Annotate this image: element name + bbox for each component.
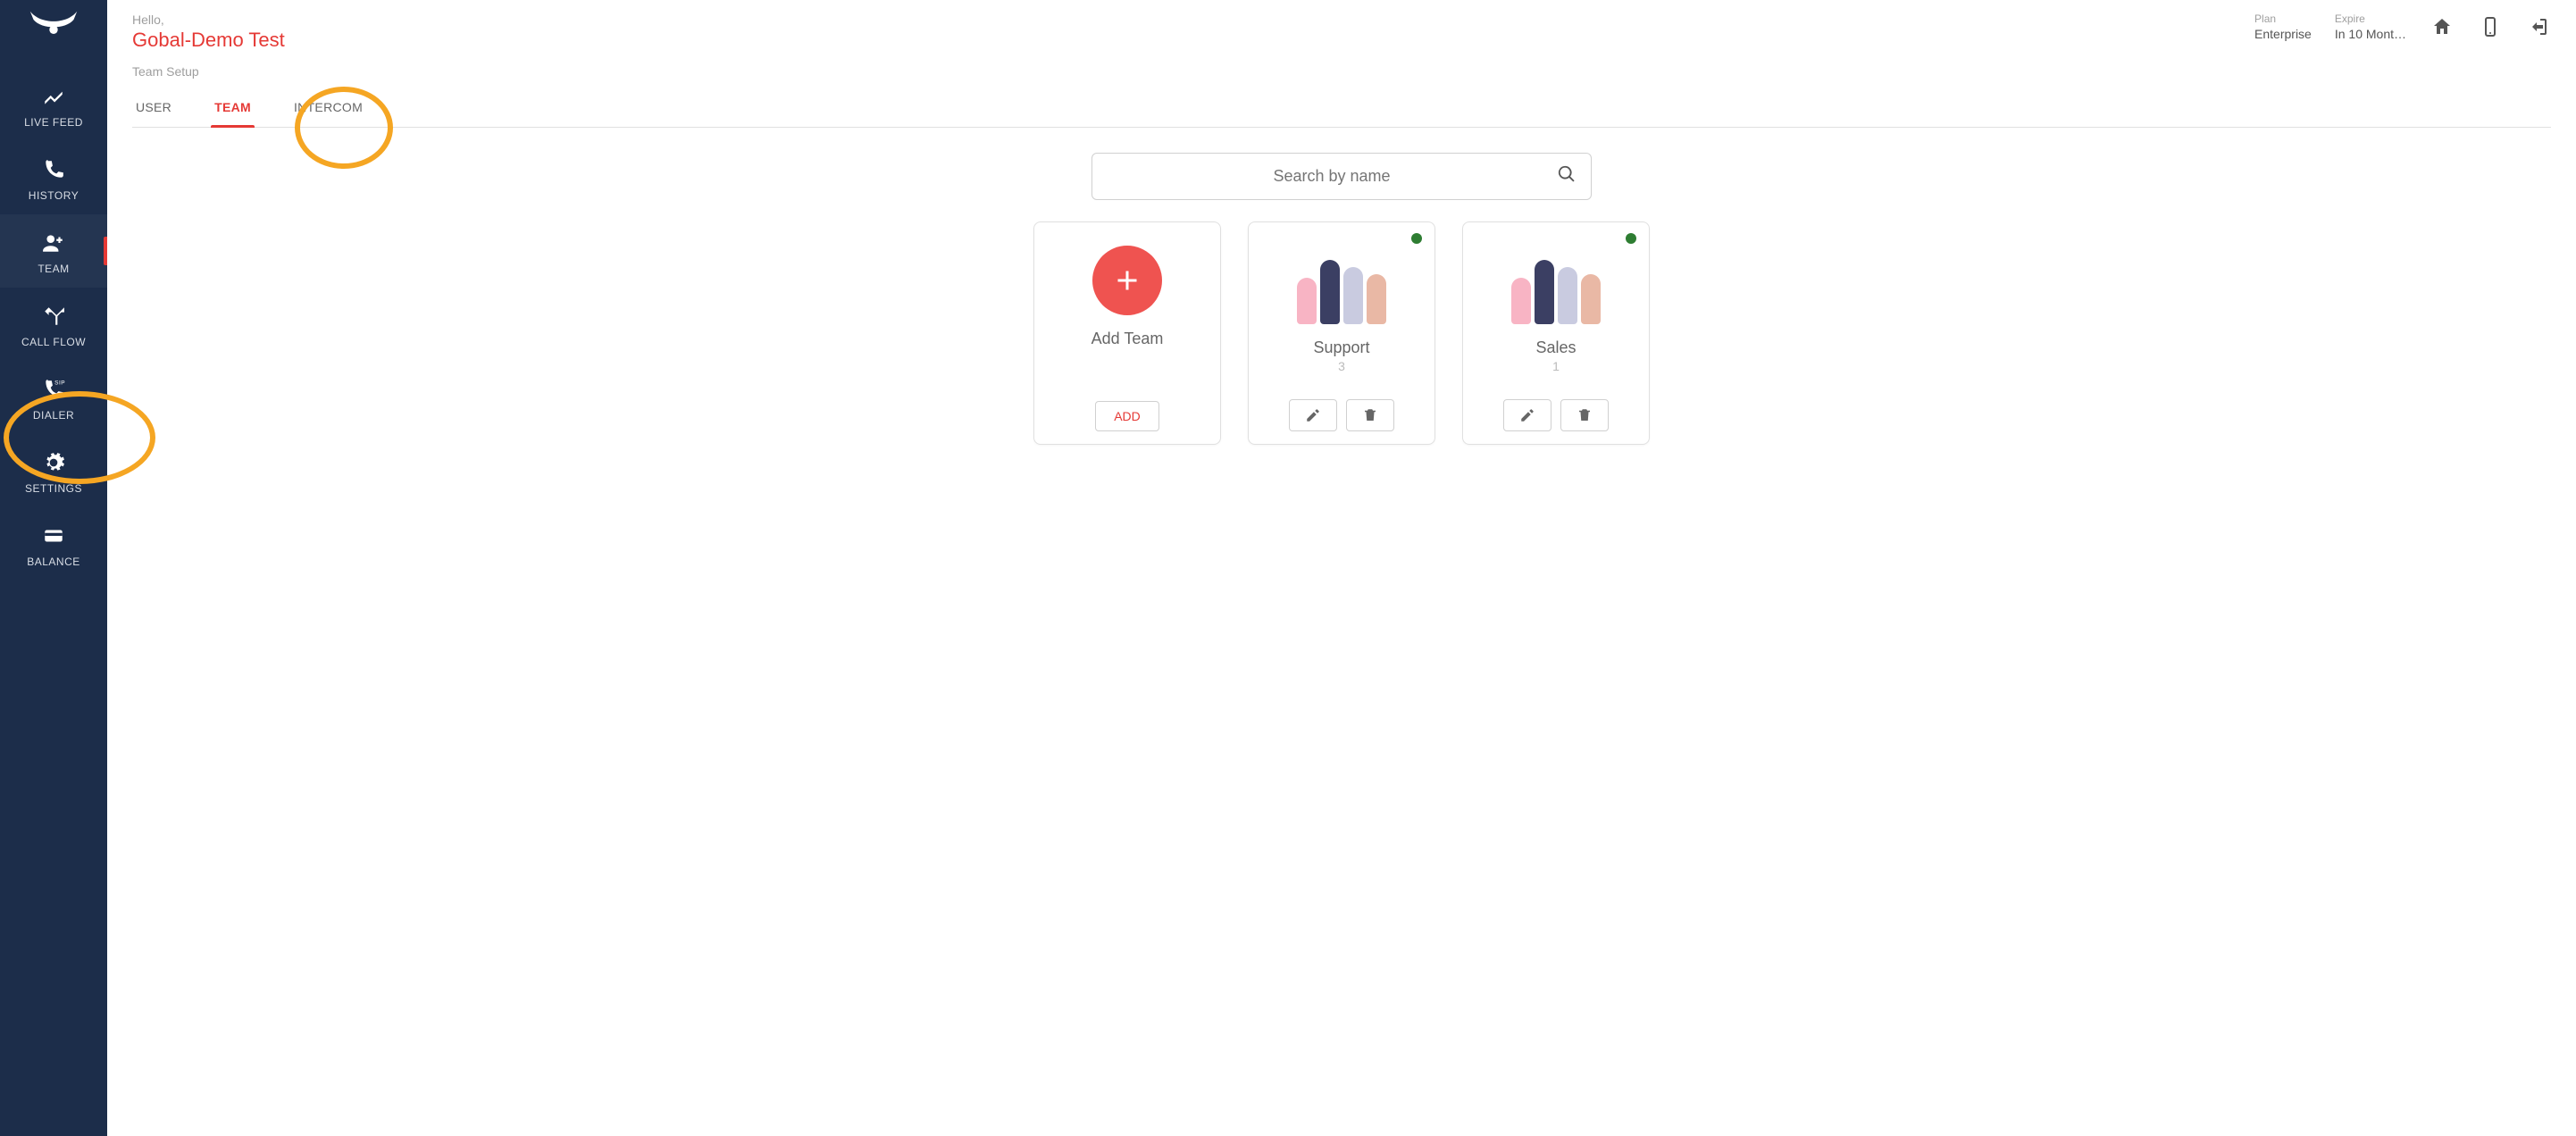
sidebar-item-label: SETTINGS (25, 482, 82, 495)
home-icon[interactable] (2430, 14, 2455, 39)
sidebar-item-label: TEAM (38, 263, 69, 275)
team-illustration (1284, 246, 1400, 324)
svg-text:SIP: SIP (54, 380, 65, 387)
add-team-card: Add Team ADD (1033, 221, 1221, 445)
tab-intercom[interactable]: INTERCOM (290, 91, 366, 127)
sidebar: LIVE FEED HISTORY TEAM CALL FLOW SIP DIA… (0, 0, 107, 1136)
add-team-title: Add Team (1091, 330, 1164, 348)
plus-icon (1111, 264, 1143, 297)
team-cards: Add Team ADD Support 3 (1033, 221, 1650, 445)
plan-label: Plan (2254, 13, 2312, 25)
sip-phone-icon: SIP (41, 377, 66, 402)
breadcrumb: Team Setup (132, 64, 2551, 79)
logout-icon[interactable] (2526, 14, 2551, 39)
sidebar-item-label: CALL FLOW (21, 336, 86, 348)
team-name: Support (1313, 338, 1369, 357)
sidebar-item-label: HISTORY (29, 189, 79, 202)
sidebar-item-dialer[interactable]: SIP DIALER (0, 361, 107, 434)
sidebar-item-label: LIVE FEED (24, 116, 83, 129)
header-right: Plan Enterprise Expire In 10 Mont… (2254, 13, 2551, 41)
sidebar-item-team[interactable]: TEAM (0, 214, 107, 288)
delete-team-button[interactable] (1346, 399, 1394, 431)
person-add-icon (41, 230, 66, 255)
plan-block: Plan Enterprise (2254, 13, 2312, 41)
team-name: Sales (1535, 338, 1576, 357)
trash-icon (1577, 407, 1593, 423)
add-team-circle[interactable] (1092, 246, 1162, 315)
sidebar-item-settings[interactable]: SETTINGS (0, 434, 107, 507)
search-input[interactable] (1107, 167, 1557, 186)
search-box[interactable] (1091, 153, 1592, 200)
split-arrows-icon (41, 304, 66, 329)
team-count: 3 (1338, 359, 1345, 373)
content: Add Team ADD Support 3 (107, 128, 2576, 1136)
tabs: USER TEAM INTERCOM (132, 91, 2551, 128)
expire-value: In 10 Mont… (2335, 27, 2406, 41)
team-card-support: Support 3 (1248, 221, 1435, 445)
app-logo (27, 7, 80, 39)
hello-text: Hello, (132, 13, 285, 27)
header: Hello, Gobal-Demo Test Plan Enterprise E… (107, 0, 2576, 57)
tab-team[interactable]: TEAM (211, 91, 255, 127)
sidebar-item-label: DIALER (33, 409, 74, 422)
mobile-icon[interactable] (2478, 14, 2503, 39)
expire-block: Expire In 10 Mont… (2335, 13, 2406, 41)
expire-label: Expire (2335, 13, 2406, 25)
subheader: Team Setup USER TEAM INTERCOM (107, 57, 2576, 128)
status-dot-online (1626, 233, 1636, 244)
sidebar-item-label: BALANCE (27, 555, 80, 568)
gear-icon (41, 450, 66, 475)
pencil-icon (1519, 407, 1535, 423)
edit-team-button[interactable] (1289, 399, 1337, 431)
current-user-name: Gobal-Demo Test (132, 29, 285, 52)
delete-team-button[interactable] (1560, 399, 1609, 431)
sidebar-item-live-feed[interactable]: LIVE FEED (0, 68, 107, 141)
pencil-icon (1305, 407, 1321, 423)
sidebar-item-history[interactable]: HISTORY (0, 141, 107, 214)
status-dot-online (1411, 233, 1422, 244)
greeting-block: Hello, Gobal-Demo Test (132, 13, 285, 52)
edit-team-button[interactable] (1503, 399, 1551, 431)
trash-icon (1362, 407, 1378, 423)
tab-label: USER (136, 100, 171, 114)
team-card-sales: Sales 1 (1462, 221, 1650, 445)
add-team-button[interactable]: ADD (1095, 401, 1159, 431)
main-panel: Hello, Gobal-Demo Test Plan Enterprise E… (107, 0, 2576, 1136)
line-chart-icon (41, 84, 66, 109)
tab-label: INTERCOM (294, 100, 363, 114)
tab-user[interactable]: USER (132, 91, 175, 127)
phone-icon (41, 157, 66, 182)
search-icon[interactable] (1557, 164, 1577, 188)
team-illustration (1498, 246, 1614, 324)
tab-label: TEAM (214, 100, 251, 114)
credit-card-icon (41, 523, 66, 548)
sidebar-item-call-flow[interactable]: CALL FLOW (0, 288, 107, 361)
team-count: 1 (1552, 359, 1560, 373)
plan-value: Enterprise (2254, 27, 2312, 41)
sidebar-item-balance[interactable]: BALANCE (0, 507, 107, 581)
